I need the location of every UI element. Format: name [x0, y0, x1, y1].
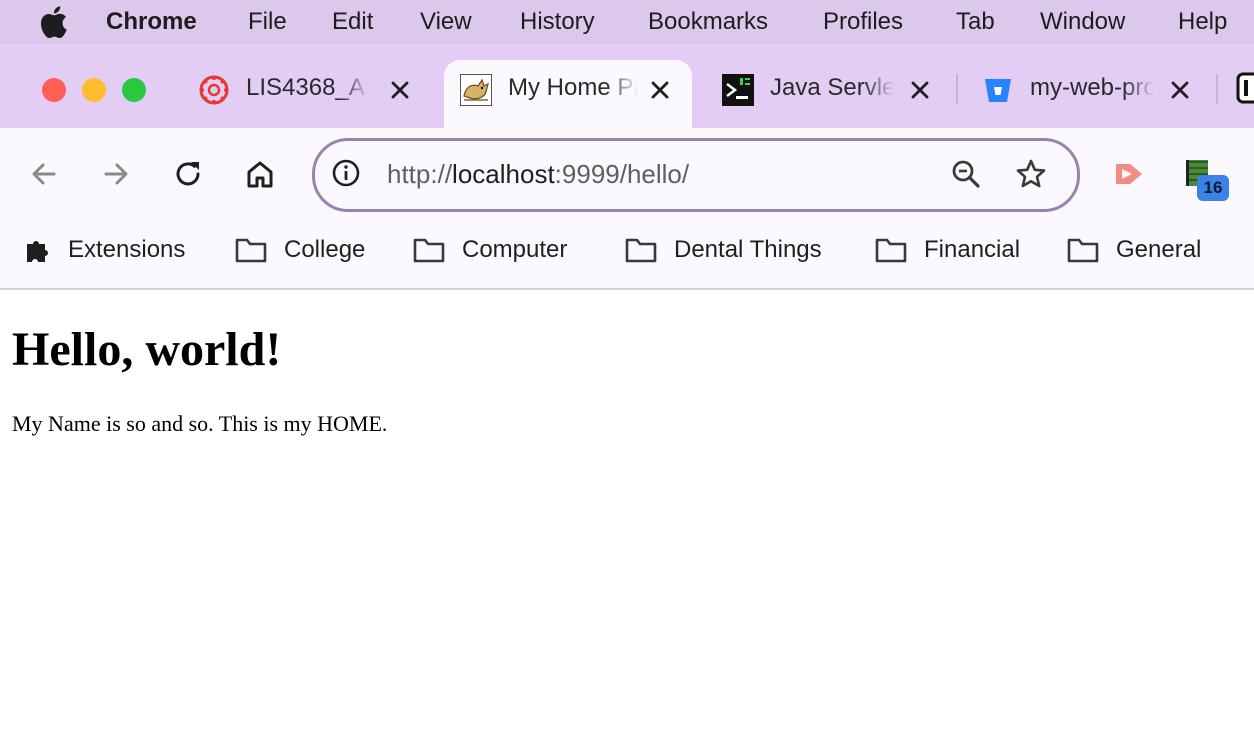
- url-text[interactable]: http://localhost:9999/hello/: [387, 159, 689, 189]
- extension-video-icon[interactable]: [1112, 158, 1148, 190]
- url-path: :9999/hello/: [554, 159, 690, 189]
- tab-separator: [956, 74, 958, 104]
- reload-icon[interactable]: [172, 158, 204, 190]
- page-content: Hello, world! My Name is so and so. This…: [0, 290, 1254, 738]
- menu-app-name[interactable]: Chrome: [106, 6, 197, 38]
- bookmark-folder-computer[interactable]: Computer: [412, 230, 582, 270]
- menu-file[interactable]: File: [248, 6, 287, 38]
- back-arrow-icon[interactable]: [28, 158, 60, 190]
- url-host: localhost: [452, 159, 555, 189]
- partial-tab-favicon-icon[interactable]: [1236, 72, 1254, 104]
- bookmark-folder-financial[interactable]: Financial: [874, 230, 1034, 270]
- bookmark-label: Financial: [924, 236, 1021, 263]
- bookmark-star-icon[interactable]: [1015, 158, 1047, 190]
- page-paragraph: My Name is so and so. This is my HOME.: [12, 411, 388, 436]
- menu-bar: Chrome File Edit View History Bookmarks …: [0, 0, 1254, 44]
- extension-badge: 16: [1197, 175, 1229, 201]
- menu-profiles[interactable]: Profiles: [823, 6, 903, 38]
- menu-window[interactable]: Window: [1040, 6, 1125, 38]
- forward-arrow-icon[interactable]: [100, 158, 132, 190]
- folder-icon: [235, 238, 267, 263]
- home-icon[interactable]: [244, 158, 276, 190]
- bookmark-folder-dental-things[interactable]: Dental Things: [624, 230, 834, 270]
- terminal-icon: [722, 74, 754, 106]
- tab-title: Java Servlet: [770, 74, 894, 101]
- bookmark-label: General: [1116, 236, 1202, 263]
- menu-edit[interactable]: Edit: [332, 6, 373, 38]
- folder-icon: [1067, 238, 1099, 263]
- bookmark-label: Extensions: [68, 236, 186, 263]
- folder-icon: [413, 238, 445, 263]
- tab-title: my-web-project: [1030, 74, 1154, 101]
- bookmark-label: College: [284, 236, 366, 263]
- tab-close-icon[interactable]: [388, 78, 412, 102]
- tomcat-icon: [460, 74, 492, 106]
- tab-my-web-project[interactable]: my-web-project: [966, 60, 1206, 128]
- menu-history[interactable]: History: [520, 6, 595, 38]
- tab-close-icon[interactable]: [908, 78, 932, 102]
- tab-lis4368[interactable]: LIS4368_A: [182, 60, 422, 128]
- folder-icon: [625, 238, 657, 263]
- tab-close-icon[interactable]: [648, 78, 672, 102]
- bookmark-folder-college[interactable]: College: [234, 230, 374, 270]
- tab-close-icon[interactable]: [1168, 78, 1192, 102]
- bookmark-label: Computer: [462, 236, 568, 263]
- page-heading: Hello, world!: [12, 323, 282, 376]
- site-info-icon[interactable]: [331, 158, 361, 188]
- tab-java-servlet[interactable]: Java Servlet: [706, 60, 946, 128]
- window-close-button[interactable]: [42, 78, 66, 102]
- menu-help[interactable]: Help: [1178, 6, 1227, 38]
- canvas-lms-icon: [199, 75, 229, 105]
- bookmark-label: Dental Things: [674, 236, 822, 263]
- menu-tab[interactable]: Tab: [956, 6, 995, 38]
- menu-bookmarks[interactable]: Bookmarks: [648, 6, 768, 38]
- zoom-icon[interactable]: [951, 159, 981, 189]
- puzzle-icon: [27, 241, 48, 262]
- tab-separator: [1216, 74, 1218, 104]
- address-bar[interactable]: http://localhost:9999/hello/: [312, 138, 1080, 212]
- window-zoom-button[interactable]: [122, 78, 146, 102]
- bitbucket-icon: [985, 79, 1011, 102]
- menu-view[interactable]: View: [420, 6, 472, 38]
- url-scheme: http://: [387, 159, 453, 189]
- bookmarks-bar: Extensions College Computer Dental Thing…: [0, 220, 1254, 290]
- folder-icon: [875, 238, 907, 263]
- bookmark-extensions[interactable]: Extensions: [24, 230, 194, 270]
- window-minimize-button[interactable]: [82, 78, 106, 102]
- tab-title: LIS4368_A: [246, 74, 365, 101]
- tab-my-home-page[interactable]: My Home Page: [444, 60, 692, 128]
- apple-logo-icon[interactable]: [38, 6, 68, 38]
- tab-title: My Home Page: [508, 74, 638, 101]
- bookmark-folder-general[interactable]: General: [1066, 230, 1216, 270]
